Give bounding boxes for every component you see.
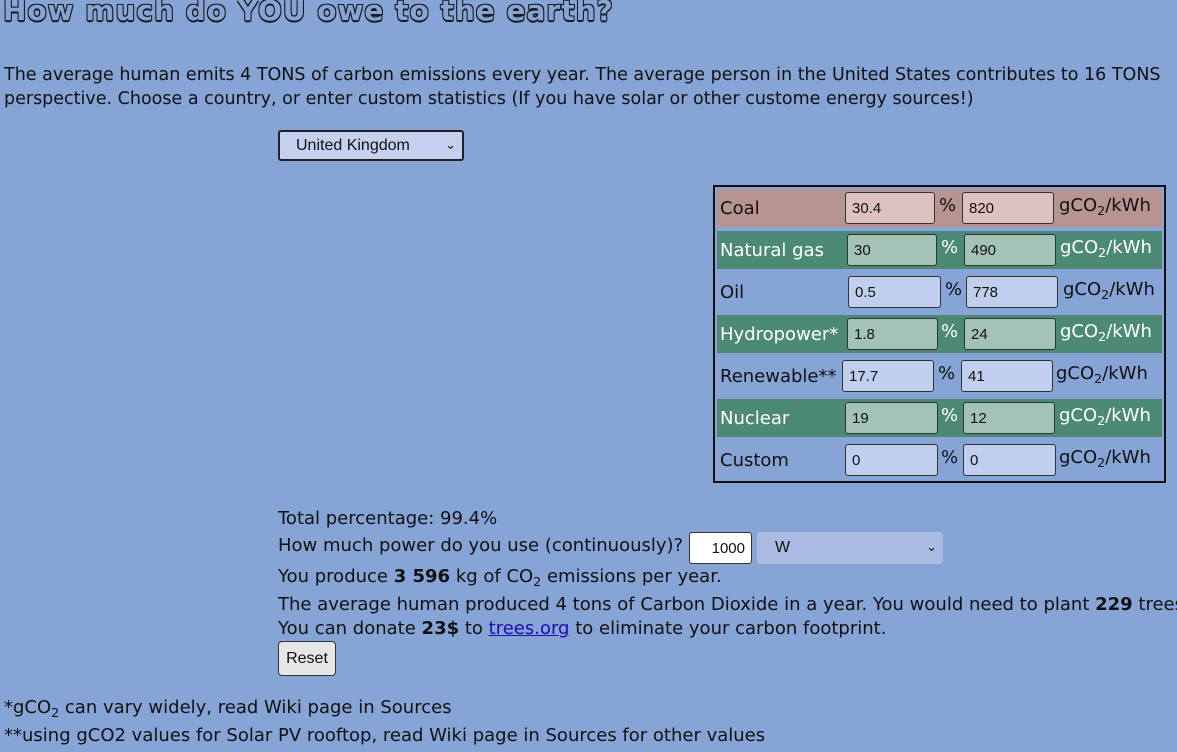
source-row-hydropower: Hydropower* 1.8% 24 gCO2/kWh bbox=[717, 315, 1162, 353]
emissions-value: 3 596 bbox=[393, 566, 451, 587]
percent-sign: % bbox=[941, 321, 959, 342]
total-percentage: Total percentage: 99.4% bbox=[278, 508, 498, 529]
energy-sources-table: Coal 30.4% 820 gCO2/kWh Natural gas 30% 490 gCO… bbox=[713, 185, 1166, 483]
percent-sign: % bbox=[941, 237, 959, 258]
percent-input[interactable]: 30.4 bbox=[845, 192, 935, 224]
percent-sign: % bbox=[941, 405, 959, 426]
chevron-down-icon: ⌄ bbox=[926, 539, 937, 554]
gco2-input[interactable]: 778 bbox=[966, 276, 1058, 308]
trees-org-link[interactable]: trees.org bbox=[489, 618, 570, 639]
source-row-custom: Custom 0% 0 gCO2/kWh bbox=[717, 441, 1162, 479]
power-input[interactable]: 1000 bbox=[689, 532, 752, 564]
unit-label: gCO2/kWh bbox=[1056, 363, 1148, 386]
chevron-down-icon: ⌄ bbox=[445, 137, 456, 152]
percent-input[interactable]: 17.7 bbox=[842, 360, 934, 392]
gco2-input[interactable]: 24 bbox=[964, 318, 1056, 350]
percent-sign: % bbox=[941, 447, 959, 468]
source-row-natural-gas: Natural gas 30% 490 gCO2/kWh bbox=[717, 231, 1162, 269]
source-label: Custom bbox=[720, 450, 789, 471]
source-row-renewable: Renewable** 17.7% 41 gCO2/kWh bbox=[717, 357, 1162, 395]
reset-button[interactable]: Reset bbox=[278, 641, 336, 676]
donate-value: 23$ bbox=[421, 618, 460, 639]
unit-label: gCO2/kWh bbox=[1060, 321, 1152, 344]
unit-label: gCO2/kWh bbox=[1059, 195, 1151, 218]
power-question-label: How much power do you use (continuously)… bbox=[278, 535, 684, 556]
gco2-input[interactable]: 820 bbox=[962, 192, 1054, 224]
gco2-input[interactable]: 12 bbox=[963, 402, 1055, 434]
footnote-gco2: *gCO2 can vary widely, read Wiki page in… bbox=[4, 697, 452, 720]
percent-sign: % bbox=[939, 195, 957, 216]
gco2-input[interactable]: 41 bbox=[961, 360, 1053, 392]
percent-sign: % bbox=[938, 363, 956, 384]
intro-text: The average human emits 4 TONS of carbon… bbox=[4, 65, 1161, 109]
percent-input[interactable]: 1.8 bbox=[847, 318, 938, 350]
source-row-nuclear: Nuclear 19% 12 gCO2/kWh bbox=[717, 399, 1162, 437]
page-title: How much do YOU owe to the earth? bbox=[3, 0, 614, 27]
unit-label: gCO2/kWh bbox=[1063, 279, 1155, 302]
footnote-renewable: **using gCO2 values for Solar PV rooftop… bbox=[4, 725, 766, 746]
country-select[interactable]: United Kingdom ⌄ bbox=[278, 130, 464, 161]
source-row-oil: Oil 0.5% 778 gCO2/kWh bbox=[717, 273, 1162, 311]
gco2-input[interactable]: 490 bbox=[964, 234, 1056, 266]
gco2-input[interactable]: 0 bbox=[963, 444, 1056, 476]
unit-label: gCO2/kWh bbox=[1059, 447, 1151, 470]
percent-input[interactable]: 0.5 bbox=[848, 276, 941, 308]
source-label: Natural gas bbox=[720, 240, 824, 261]
source-label: Nuclear bbox=[720, 408, 790, 429]
source-label: Hydropower* bbox=[720, 324, 839, 345]
unit-label: gCO2/kWh bbox=[1059, 405, 1151, 428]
source-label: Oil bbox=[720, 282, 745, 303]
power-unit-value: W bbox=[775, 539, 791, 556]
percent-input[interactable]: 30 bbox=[847, 234, 937, 266]
trees-value: 229 bbox=[1095, 594, 1133, 615]
unit-label: gCO2/kWh bbox=[1060, 237, 1152, 260]
source-label: Coal bbox=[720, 198, 760, 219]
country-select-value: United Kingdom bbox=[296, 136, 410, 154]
trees-result: The average human produced 4 tons of Car… bbox=[278, 594, 1177, 615]
percent-sign: % bbox=[945, 279, 963, 300]
power-unit-select[interactable]: W ⌄ bbox=[757, 532, 943, 564]
percent-input[interactable]: 19 bbox=[845, 402, 938, 434]
emissions-result: You produce 3 596 kg of CO2 emissions pe… bbox=[278, 566, 722, 589]
source-label: Renewable** bbox=[720, 366, 837, 387]
donate-text: You can donate 23$ to trees.org to elimi… bbox=[278, 618, 887, 639]
percent-input[interactable]: 0 bbox=[845, 444, 938, 476]
source-row-coal: Coal 30.4% 820 gCO2/kWh bbox=[717, 189, 1162, 227]
